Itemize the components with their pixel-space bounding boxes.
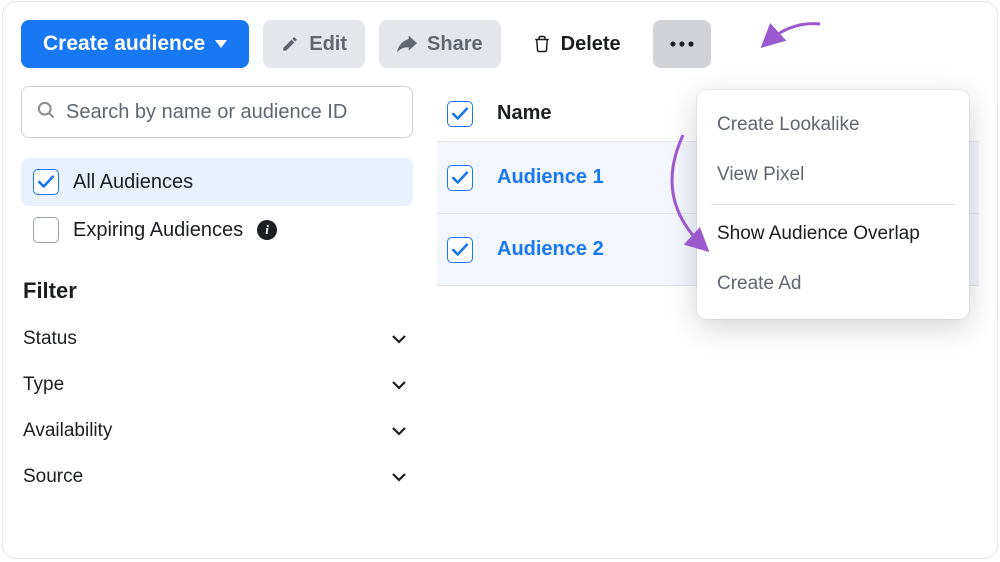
share-button[interactable]: Share	[379, 20, 501, 68]
filter-status-label: Status	[23, 328, 77, 350]
create-audience-button[interactable]: Create audience	[21, 20, 249, 68]
delete-button[interactable]: Delete	[515, 20, 639, 68]
chevron-down-icon	[391, 328, 407, 350]
chevron-down-icon	[391, 466, 407, 488]
edit-button[interactable]: Edit	[263, 20, 365, 68]
pencil-icon	[281, 35, 299, 53]
audiences-panel: Create audience Edit Share Delete	[2, 1, 998, 559]
sidebar: All Audiences Expiring Audiences i Filte…	[21, 86, 413, 500]
create-audience-label: Create audience	[43, 32, 205, 56]
expiring-audiences-label: Expiring Audiences	[73, 219, 243, 242]
column-name-header: Name	[497, 102, 551, 125]
filter-availability-label: Availability	[23, 420, 112, 442]
delete-label: Delete	[561, 33, 621, 56]
ellipsis-icon	[670, 41, 694, 47]
menu-create-lookalike[interactable]: Create Lookalike	[697, 100, 969, 150]
filter-type-label: Type	[23, 374, 64, 396]
select-all-checkbox[interactable]	[447, 101, 473, 127]
menu-view-pixel[interactable]: View Pixel	[697, 150, 969, 200]
edit-label: Edit	[309, 33, 347, 56]
checkbox-unchecked-icon[interactable]	[33, 217, 59, 243]
trash-icon	[533, 34, 551, 54]
row-checkbox[interactable]	[447, 237, 473, 263]
filter-source-label: Source	[23, 466, 83, 488]
audience-category-list: All Audiences Expiring Audiences i	[21, 158, 413, 254]
audience-link[interactable]: Audience 2	[497, 238, 604, 261]
share-label: Share	[427, 33, 483, 56]
filter-source[interactable]: Source	[21, 454, 413, 500]
search-field[interactable]	[21, 86, 413, 138]
toolbar: Create audience Edit Share Delete	[21, 20, 979, 68]
row-checkbox[interactable]	[447, 165, 473, 191]
search-icon	[36, 100, 56, 125]
audience-link[interactable]: Audience 1	[497, 166, 604, 189]
more-actions-menu: Create Lookalike View Pixel Show Audienc…	[697, 90, 969, 319]
menu-create-ad[interactable]: Create Ad	[697, 259, 969, 309]
menu-show-audience-overlap[interactable]: Show Audience Overlap	[697, 209, 969, 259]
expiring-audiences-item[interactable]: Expiring Audiences i	[21, 206, 413, 254]
more-actions-button[interactable]	[653, 20, 711, 68]
info-icon[interactable]: i	[257, 220, 277, 240]
caret-down-icon	[215, 40, 227, 48]
share-arrow-icon	[397, 35, 417, 53]
checkbox-checked-icon[interactable]	[33, 169, 59, 195]
filter-status[interactable]: Status	[21, 316, 413, 362]
menu-divider	[711, 204, 955, 205]
chevron-down-icon	[391, 420, 407, 442]
filter-heading: Filter	[23, 278, 413, 304]
filter-availability[interactable]: Availability	[21, 408, 413, 454]
search-input[interactable]	[66, 101, 398, 124]
all-audiences-label: All Audiences	[73, 171, 193, 194]
all-audiences-item[interactable]: All Audiences	[21, 158, 413, 206]
chevron-down-icon	[391, 374, 407, 396]
filter-type[interactable]: Type	[21, 362, 413, 408]
